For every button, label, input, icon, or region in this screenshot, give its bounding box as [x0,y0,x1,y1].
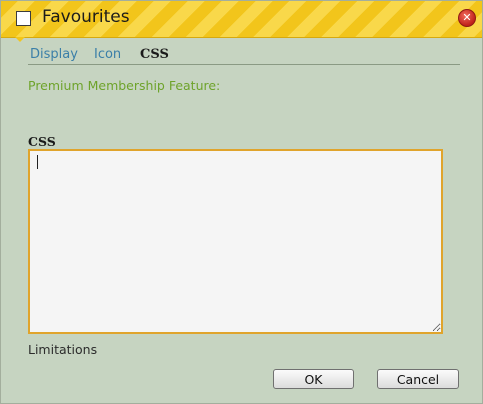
cancel-button[interactable]: Cancel [377,369,459,389]
tab-css[interactable]: CSS [140,47,169,62]
close-icon[interactable]: ✕ [458,9,476,27]
premium-notice: Premium Membership Feature: [28,78,221,93]
css-field-label: CSS [28,134,56,149]
favourites-dialog: Favourites ✕ Display Icon CSS Premium Me… [0,0,483,404]
tab-icon[interactable]: Icon [94,47,121,62]
tab-display[interactable]: Display [30,47,78,62]
limitations-link[interactable]: Limitations [28,342,97,357]
titlebar-pointer [15,37,25,42]
tab-bar: Display Icon CSS [28,47,460,65]
dialog-titlebar[interactable]: Favourites ✕ [1,1,482,38]
ok-button[interactable]: OK [273,369,354,389]
css-textarea[interactable] [28,149,443,334]
dialog-title: Favourites [42,7,130,27]
text-caret [37,155,38,169]
title-checkbox[interactable] [16,11,31,26]
